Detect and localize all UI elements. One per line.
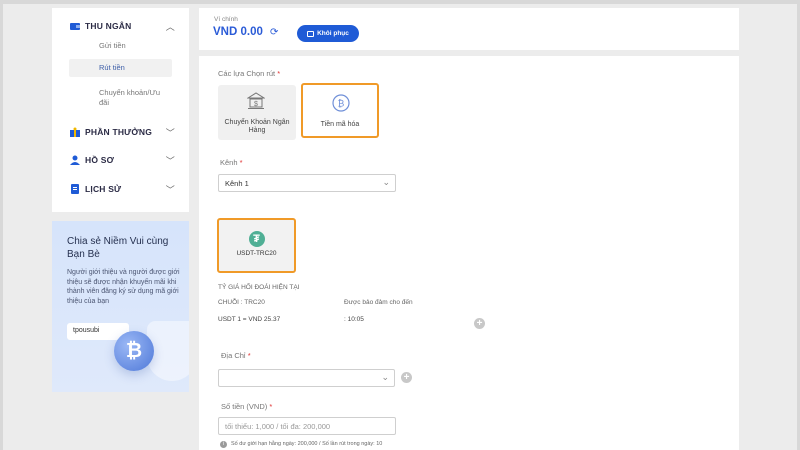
sidebar-item-deposit[interactable]: Gửi tiền	[69, 37, 172, 55]
required-marker: *	[247, 351, 251, 360]
method-label: Chuyển Khoản Ngân Hàng	[224, 119, 290, 134]
sidebar-section-label: LỊCH SỬ	[85, 184, 122, 194]
sidebar-section-rewards[interactable]: PHẦN THƯỞNG ﹀	[70, 126, 175, 139]
channel-value: Kênh 1	[225, 179, 249, 188]
sidebar-section-label: HỒ SƠ	[85, 155, 115, 165]
rate-title: TỶ GIÁ HỐI ĐOÁI HIỆN TẠI	[218, 284, 300, 291]
chevron-down-icon[interactable]: ﹀	[166, 126, 175, 139]
wallet-icon	[307, 30, 315, 37]
info-icon: i	[220, 441, 227, 448]
required-marker: *	[239, 158, 243, 167]
options-label-text: Các lựa Chọn rút	[218, 69, 276, 78]
channel-select[interactable]: Kênh 1 ⌄	[218, 174, 396, 192]
method-bank-transfer[interactable]: $ Chuyển Khoản Ngân Hàng	[218, 85, 296, 140]
amount-label: Số tiền (VND) *	[221, 402, 272, 411]
exchange-rate: USDT 1 = VND 25.37	[218, 316, 281, 323]
wallet-label: Ví chính	[214, 16, 238, 23]
wallet-icon	[70, 21, 80, 31]
tether-icon: ₮	[248, 231, 265, 247]
wallet-bar: Ví chính VND 0.00 ⟳ Khôi phục	[199, 8, 739, 50]
address-label: Địa Chỉ *	[221, 351, 251, 360]
address-label-text: Địa Chỉ	[221, 351, 246, 360]
amount-input[interactable]: tối thiểu: 1,000 / tối đa: 200,000	[218, 417, 396, 435]
channel-label: Kênh *	[220, 158, 243, 167]
refresh-rate-icon[interactable]: +	[474, 318, 485, 329]
method-label: Tiền mã hóa	[320, 121, 360, 128]
refresh-icon[interactable]: ⟳	[270, 27, 278, 38]
sidebar-section-cashier[interactable]: THU NGÂN ︿	[70, 20, 175, 33]
chain-label: CHUỖI : TRC20	[218, 299, 265, 306]
method-crypto[interactable]: ₿ Tiền mã hóa	[301, 83, 379, 138]
chevron-down-icon[interactable]: ﹀	[166, 154, 175, 167]
amount-label-text: Số tiền (VND)	[221, 402, 268, 411]
sidebar-section-profile[interactable]: HỒ SƠ ﹀	[70, 154, 175, 167]
referral-promo-card[interactable]: Chia sẻ Niềm Vui cùng Bạn Bè Người giới …	[52, 221, 189, 392]
required-marker: *	[277, 69, 281, 78]
sidebar-section-label: PHẦN THƯỞNG	[85, 127, 153, 137]
wallet-balance: VND 0.00	[213, 26, 263, 38]
gift-icon	[70, 127, 80, 137]
guaranteed-time: : 10:05	[344, 316, 364, 323]
coin-usdt-trc20[interactable]: ₮ USDT-TRC20	[217, 218, 296, 273]
coin-label: USDT-TRC20	[236, 250, 277, 257]
limit-note: Số dư giới hạn hằng ngày: 200,000 / Số l…	[231, 441, 383, 447]
sidebar-item-withdraw[interactable]: Rút tiền	[69, 59, 172, 77]
chevron-down-icon: ⌄	[381, 372, 389, 382]
user-icon	[70, 155, 80, 165]
bank-icon: $	[246, 92, 266, 112]
chevron-down-icon[interactable]: ﹀	[166, 183, 175, 196]
address-select[interactable]: ⌄	[218, 369, 395, 387]
chevron-down-icon: ⌄	[382, 177, 390, 187]
options-label: Các lựa Chọn rút *	[218, 69, 280, 78]
document-icon	[70, 184, 80, 194]
sidebar-section-label: THU NGÂN	[85, 21, 132, 31]
restore-button[interactable]: Khôi phục	[297, 25, 359, 42]
frame-top	[0, 0, 800, 4]
promo-text: Người giới thiệu và người được giới thiệ…	[67, 269, 180, 305]
sidebar-menu: THU NGÂN ︿ Gửi tiền Rút tiền Chuyển khoả…	[52, 8, 189, 212]
bitcoin-icon: ₿	[114, 331, 154, 371]
restore-button-label: Khôi phục	[317, 30, 349, 37]
channel-label-text: Kênh	[220, 158, 238, 167]
sidebar-item-transfer[interactable]: Chuyển khoản/Ưu đãi	[69, 84, 172, 112]
frame-left	[0, 0, 3, 450]
sidebar-section-history[interactable]: LỊCH SỬ ﹀	[70, 183, 175, 196]
guaranteed-label: Được bảo đảm cho đến	[344, 299, 413, 306]
required-marker: *	[269, 402, 273, 411]
promo-title: Chia sẻ Niềm Vui cùng Bạn Bè	[67, 236, 169, 260]
chevron-up-icon[interactable]: ︿	[166, 20, 175, 33]
svg-text:₿: ₿	[338, 99, 345, 109]
withdraw-panel: Các lựa Chọn rút * $ Chuyển Khoản Ngân H…	[199, 56, 739, 450]
add-address-icon[interactable]: +	[401, 372, 412, 383]
crypto-coin-icon: ₿	[332, 94, 350, 114]
amount-placeholder: tối thiểu: 1,000 / tối đa: 200,000	[225, 422, 331, 431]
svg-text:$: $	[254, 101, 258, 108]
